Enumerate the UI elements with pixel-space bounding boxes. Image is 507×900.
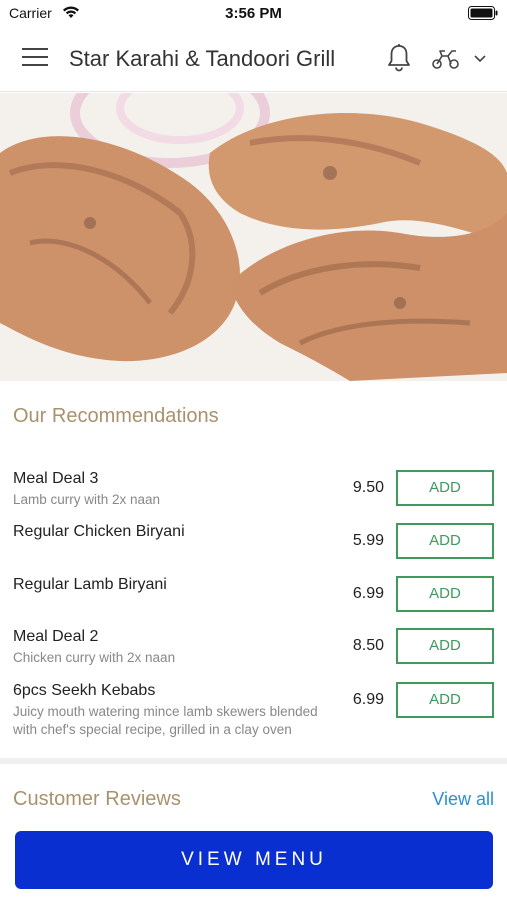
status-bar: Carrier 3:56 PM — [0, 0, 507, 26]
item-name: 6pcs Seekh Kebabs — [13, 682, 156, 699]
view-all-link[interactable]: View all — [432, 789, 494, 810]
bell-icon[interactable] — [386, 43, 412, 73]
status-time: 3:56 PM — [225, 5, 282, 22]
item-price: 9.50 — [352, 479, 384, 496]
item-price: 8.50 — [352, 637, 384, 654]
item-name: Regular Chicken Biryani — [13, 523, 185, 540]
item-description: Chicken curry with 2x naan — [13, 650, 176, 665]
item-description: Lamb curry with 2x naan — [13, 492, 161, 507]
add-button[interactable]: ADD — [396, 470, 494, 506]
add-button[interactable]: ADD — [396, 523, 494, 559]
add-button[interactable]: ADD — [396, 682, 494, 718]
recommendation-item: Regular Lamb Biryani 6.99 ADD — [0, 576, 507, 626]
add-button[interactable]: ADD — [396, 576, 494, 612]
item-name: Regular Lamb Biryani — [13, 576, 167, 593]
add-button[interactable]: ADD — [396, 628, 494, 664]
recommendations-title: Our Recommendations — [13, 405, 219, 427]
item-price: 6.99 — [352, 585, 384, 602]
chevron-down-icon[interactable] — [474, 54, 486, 64]
menu-icon[interactable] — [22, 48, 48, 68]
view-menu-button[interactable]: VIEW MENU — [15, 831, 493, 889]
item-description: Juicy mouth watering mince lamb skewers … — [13, 704, 318, 737]
restaurant-hero-image — [0, 93, 507, 381]
section-divider — [0, 758, 507, 764]
item-name: Meal Deal 3 — [13, 470, 99, 487]
recommendation-item: 6pcs Seekh Kebabs Juicy mouth watering m… — [0, 682, 507, 742]
battery-icon — [468, 6, 498, 20]
item-price: 5.99 — [352, 532, 384, 549]
item-name: Meal Deal 2 — [13, 628, 99, 645]
page-title: Star Karahi & Tandoori Grill — [69, 46, 336, 71]
reviews-title: Customer Reviews — [13, 788, 181, 810]
recommendation-item: Meal Deal 2 Chicken curry with 2x naan 8… — [0, 628, 507, 678]
item-price: 6.99 — [352, 691, 384, 708]
recommendation-item: Regular Chicken Biryani 5.99 ADD — [0, 523, 507, 573]
recommendation-item: Meal Deal 3 Lamb curry with 2x naan 9.50… — [0, 470, 507, 520]
scooter-icon[interactable] — [431, 48, 461, 70]
header: Star Karahi & Tandoori Grill — [0, 26, 507, 92]
